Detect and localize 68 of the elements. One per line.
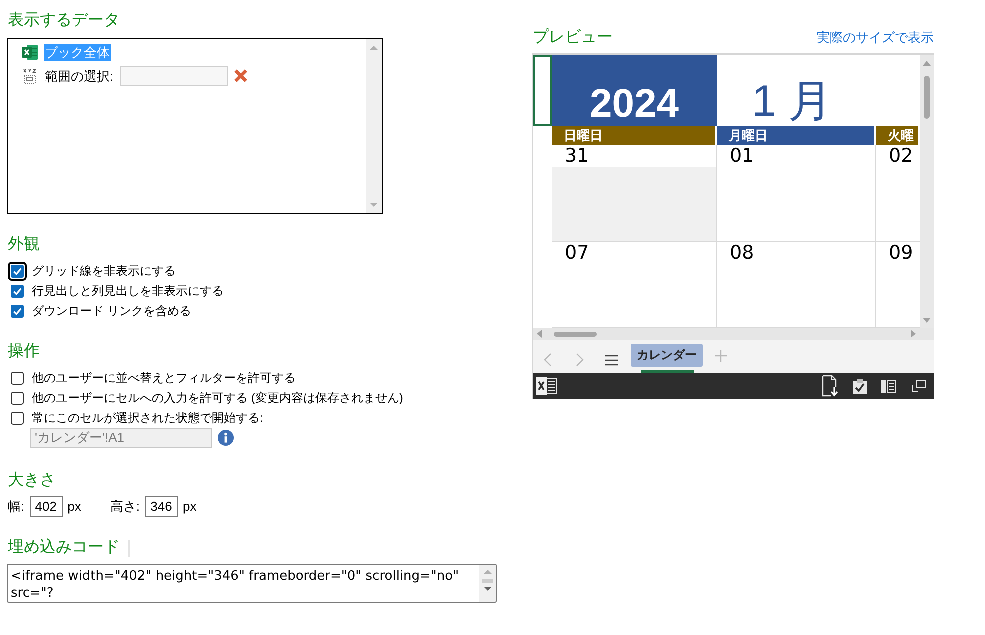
date-number: 07 [564, 242, 590, 264]
clipboard-check-icon[interactable] [852, 378, 868, 394]
checkbox-label: 常にこのセルが選択された状態で開始する: [32, 410, 264, 426]
download-icon[interactable] [822, 375, 839, 397]
section-heading: 外観 [7, 235, 40, 255]
unit-label: px [68, 499, 82, 514]
reading-view-icon[interactable] [881, 380, 896, 392]
delete-icon[interactable] [234, 69, 248, 83]
section-heading: 表示するデータ [7, 11, 120, 31]
scroll-down-icon[interactable] [484, 587, 492, 591]
info-icon[interactable] [218, 430, 234, 446]
month-title: 1 月 [752, 80, 833, 124]
checkbox-label: ダウンロード リンクを含める [32, 302, 192, 320]
data-source-list[interactable]: ブック全体 範囲の選択: [7, 38, 383, 214]
active-cell-outline[interactable] [533, 55, 552, 126]
weekday-header: 日曜日 [552, 126, 715, 145]
field-label: 高さ: [110, 498, 140, 516]
date-number: 01 [729, 145, 756, 167]
spreadsheet-icon [22, 45, 38, 60]
scrollbar-thumb[interactable] [554, 332, 597, 336]
chevron-left-icon[interactable] [544, 353, 552, 367]
size-input[interactable]: 402 [30, 496, 63, 517]
scroll-up-icon[interactable] [484, 570, 492, 574]
checkbox-label: 行見出しと列見出しを非表示にする [32, 282, 224, 300]
spreadsheet-logo-icon [536, 376, 558, 396]
plus-icon[interactable] [715, 350, 727, 362]
checkbox[interactable] [8, 262, 27, 280]
list-item-label[interactable]: 範囲の選択: [44, 68, 115, 84]
weekday-header: 火曜 [876, 126, 918, 145]
checkbox[interactable] [11, 304, 24, 318]
field-label: 幅: [8, 498, 25, 516]
horizontal-scrollbar[interactable] [533, 328, 934, 340]
section-heading: 大きさ [7, 471, 56, 491]
scrollbar-track[interactable] [366, 39, 382, 213]
scroll-left-icon[interactable] [537, 330, 542, 338]
scroll-up-icon[interactable] [370, 46, 378, 50]
sheet-tab[interactable]: カレンダー [631, 344, 703, 367]
checkbox[interactable] [11, 412, 24, 424]
date-number: 09 [888, 242, 914, 264]
actual-size-link[interactable]: 実際のサイズで表示 [817, 29, 934, 47]
checkbox-label: 他のユーザーにセルへの入力を許可する (変更内容は保存されません) [32, 390, 404, 406]
scroll-right-icon[interactable] [911, 330, 916, 338]
chevron-right-icon[interactable] [576, 353, 584, 367]
unit-label: px [182, 499, 197, 514]
range-icon [22, 68, 38, 84]
scroll-up-icon[interactable] [923, 61, 931, 66]
scrollbar-thumb[interactable] [924, 76, 930, 119]
checkbox[interactable] [11, 372, 24, 384]
scrollbar-thumb[interactable] [482, 579, 493, 583]
section-heading: 操作 [7, 342, 40, 362]
section-heading: 埋め込みコード [7, 538, 120, 558]
section-heading: プレビュー [532, 28, 613, 48]
menu-icon[interactable] [605, 355, 618, 366]
embed-code-field[interactable]: <iframe width="402" height="346" frameborder="0" scrolling="no" src="? [7, 564, 497, 603]
date-number: 08 [729, 242, 756, 264]
date-number: 31 [564, 145, 590, 167]
size-input[interactable]: 346 [144, 496, 178, 517]
range-input-field[interactable] [120, 66, 228, 86]
scrollbar-track[interactable] [479, 565, 496, 602]
checkbox[interactable] [11, 392, 24, 404]
checkbox[interactable] [11, 284, 24, 298]
weekday-header: 月曜日 [717, 126, 874, 145]
date-number: 02 [888, 145, 914, 167]
year-banner: 2024 [552, 55, 717, 126]
checkbox-label: グリッド線を非表示にする [32, 262, 176, 280]
checkbox-label: 他のユーザーに並べ替えとフィルターを許可する [32, 370, 296, 386]
vertical-scrollbar[interactable] [920, 55, 934, 328]
popout-icon[interactable] [912, 380, 926, 392]
